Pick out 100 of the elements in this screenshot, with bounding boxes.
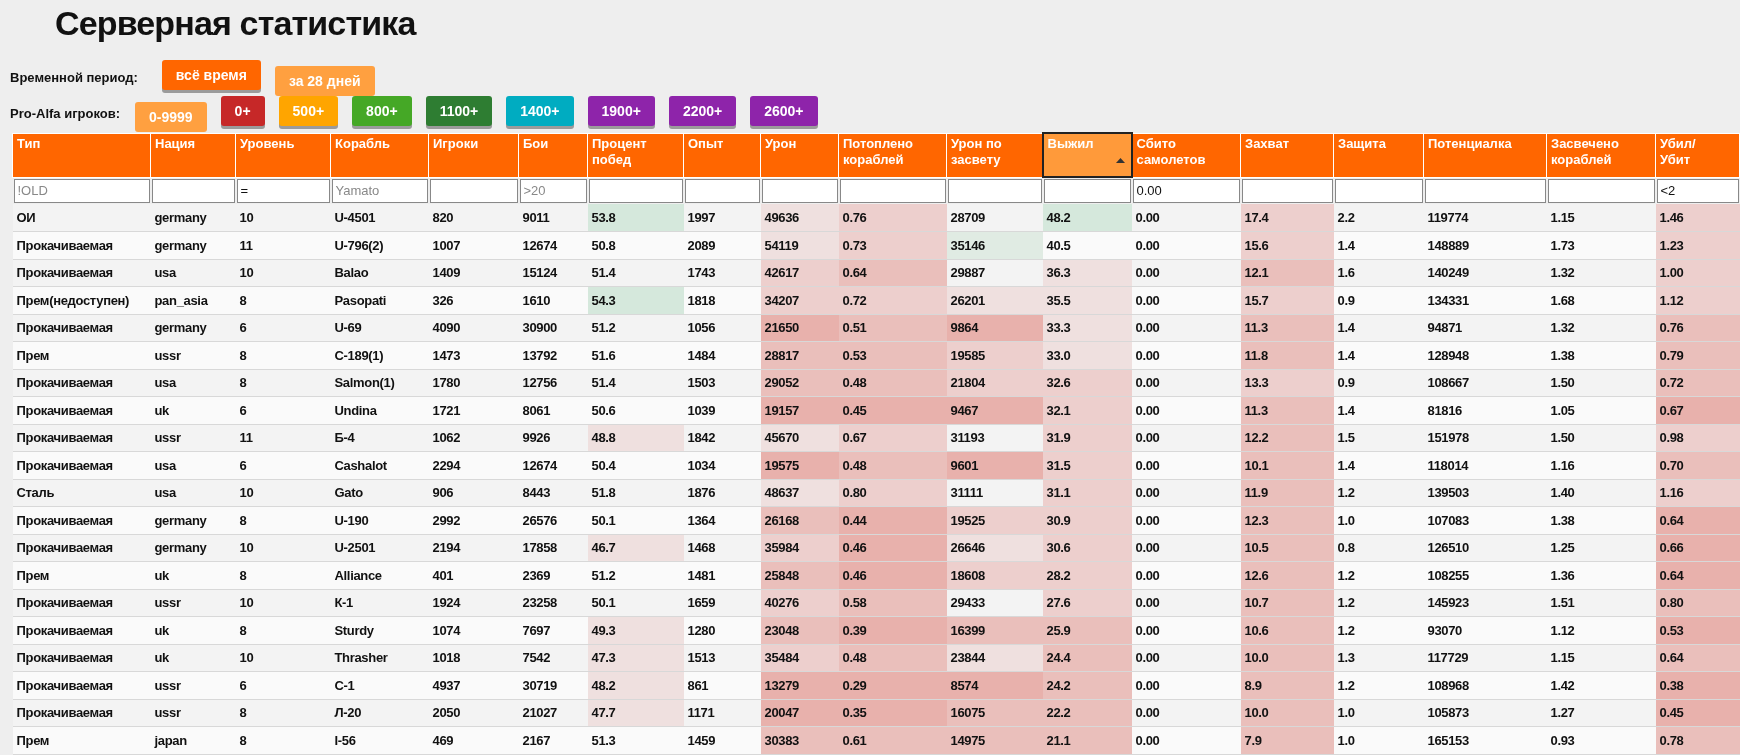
table-cell: 8 [235, 616, 331, 644]
table-cell: 1.36 [1546, 561, 1656, 589]
column-header[interactable]: Процент побед [587, 133, 684, 177]
table-cell: 1056 [683, 314, 761, 342]
table-cell: 469 [428, 726, 519, 754]
table-cell: Undina [330, 396, 429, 424]
table-cell: U-4501 [330, 204, 429, 232]
filter-input[interactable] [588, 178, 683, 203]
filter-input[interactable]: >20 [519, 178, 587, 203]
filter-input[interactable] [1547, 178, 1655, 203]
table-cell: 0.72 [1655, 369, 1740, 397]
table-cell: Прокачиваемая [12, 259, 151, 287]
column-header[interactable]: Игроки [428, 133, 519, 177]
column-header[interactable]: Потоплено кораблей [838, 133, 947, 177]
period-button[interactable]: всё время [161, 60, 261, 90]
table-cell: Сталь [12, 479, 151, 507]
table-cell: 7.9 [1240, 726, 1334, 754]
rating-button[interactable]: 2200+ [668, 96, 737, 126]
table-cell: 0.53 [838, 341, 947, 369]
table-cell: 51.4 [587, 369, 684, 397]
table-cell: 0.51 [838, 314, 947, 342]
table-cell: 1062 [428, 424, 519, 452]
column-header[interactable]: Уровень [235, 133, 331, 177]
rating-button[interactable]: 0-9999 [135, 102, 207, 132]
filter-input[interactable] [151, 178, 235, 203]
filter-input[interactable] [429, 178, 518, 203]
table-cell: ussr [150, 671, 236, 699]
filter-input[interactable]: 0.00 [1132, 178, 1240, 203]
filter-input[interactable] [1334, 178, 1423, 203]
table-cell: usa [150, 451, 236, 479]
column-header[interactable]: Потенциалка [1423, 133, 1547, 177]
table-cell: 2194 [428, 534, 519, 562]
filter-input[interactable] [1043, 179, 1131, 203]
column-header[interactable]: Защита [1333, 133, 1424, 177]
table-cell: 26201 [946, 286, 1043, 314]
filter-input[interactable]: Yamato [331, 178, 428, 203]
table-cell: 1.51 [1546, 589, 1656, 617]
rating-button[interactable]: 1100+ [425, 96, 493, 126]
rating-button[interactable]: 2600+ [750, 96, 818, 126]
table-cell: 25.9 [1042, 616, 1132, 644]
table-cell: 28.2 [1042, 561, 1132, 589]
table-cell: 33.3 [1042, 314, 1132, 342]
table-cell: 0.76 [838, 204, 947, 232]
table-cell: 126510 [1423, 534, 1547, 562]
filter-input[interactable] [1241, 178, 1333, 203]
table-cell: Thrasher [330, 644, 429, 672]
rating-button[interactable]: 500+ [278, 96, 339, 126]
table-cell: 0.80 [1655, 589, 1740, 617]
table-cell: 0.48 [838, 451, 947, 479]
table-cell: 0.45 [838, 396, 947, 424]
table-cell: 8 [235, 369, 331, 397]
column-header[interactable]: Урон по засвету [946, 133, 1043, 177]
table-cell: Прем(недоступен) [12, 286, 151, 314]
rating-button[interactable]: 1900+ [587, 96, 655, 126]
table-cell: 165153 [1423, 726, 1547, 754]
table-cell: 20047 [760, 699, 839, 727]
table-cell: 47.7 [587, 699, 684, 727]
table-cell: 23258 [518, 589, 588, 617]
rating-button[interactable]: 1400+ [506, 96, 574, 126]
table-cell: 1.2 [1333, 589, 1424, 617]
table-cell: Salmon(1) [330, 369, 429, 397]
table-cell: 19585 [946, 341, 1043, 369]
table-cell: 2089 [683, 231, 761, 259]
filter-input[interactable] [947, 178, 1042, 203]
filter-input[interactable] [839, 178, 946, 203]
rating-button[interactable]: 0+ [220, 96, 265, 126]
period-button[interactable]: за 28 дней [274, 66, 375, 96]
table-cell: ussr [150, 341, 236, 369]
column-header[interactable]: Урон [760, 133, 839, 177]
column-header[interactable]: Нация [150, 133, 236, 177]
table-cell: 1484 [683, 341, 761, 369]
column-header[interactable]: Тип [12, 133, 151, 177]
filter-input[interactable]: = [236, 178, 330, 203]
table-cell: Прокачиваемая [12, 644, 151, 672]
column-header[interactable]: Захват [1240, 133, 1334, 177]
table-cell: 0.00 [1131, 451, 1241, 479]
table-cell: 30.6 [1042, 534, 1132, 562]
filter-input[interactable] [684, 178, 760, 203]
table-cell: 1.00 [1655, 259, 1740, 287]
filter-input[interactable] [1424, 178, 1546, 203]
column-header[interactable]: Убил/ Убит [1655, 133, 1740, 177]
column-header[interactable]: Засвечено кораблей [1546, 133, 1656, 177]
column-header[interactable]: Опыт [683, 133, 761, 177]
filter-input[interactable]: <2 [1656, 178, 1739, 203]
column-header[interactable]: Бои [518, 133, 588, 177]
table-cell: 1171 [683, 699, 761, 727]
column-header[interactable]: Корабль [330, 133, 429, 177]
table-cell: 6 [235, 451, 331, 479]
table-cell: 46.7 [587, 534, 684, 562]
filter-input[interactable]: !OLD [13, 178, 150, 203]
filter-input[interactable] [761, 178, 838, 203]
table-cell: 24.4 [1042, 644, 1132, 672]
column-header[interactable]: Сбито самолетов [1131, 133, 1241, 177]
column-header[interactable]: Выжил [1042, 133, 1132, 177]
rating-button[interactable]: 800+ [352, 96, 412, 126]
table-cell: 34207 [760, 286, 839, 314]
table-cell: 16399 [946, 616, 1043, 644]
table-cell: 0.00 [1131, 616, 1241, 644]
table-cell: 10 [235, 534, 331, 562]
table-cell: 1513 [683, 644, 761, 672]
